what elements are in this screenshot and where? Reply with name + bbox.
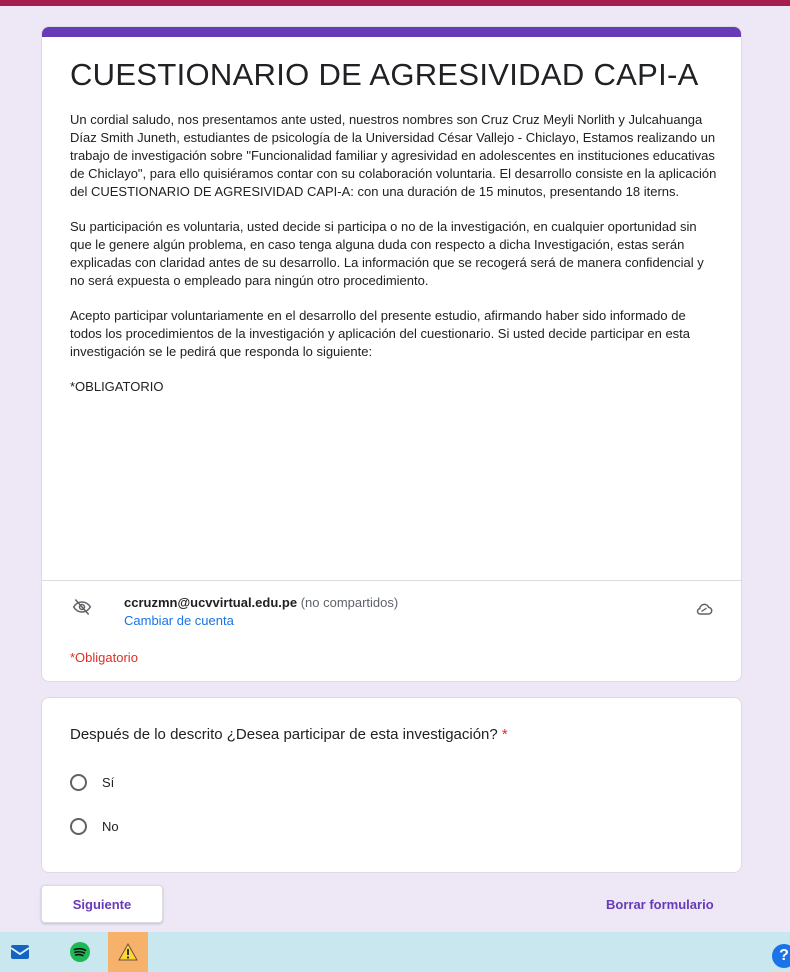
mail-icon xyxy=(10,945,30,959)
eye-off-icon xyxy=(72,599,92,615)
account-email-line: ccruzmn@ucvvirtual.edu.pe (no compartido… xyxy=(124,595,398,610)
taskbar-spotify[interactable] xyxy=(60,932,100,972)
form-description: Un cordial saludo, nos presentamos ante … xyxy=(70,111,720,396)
account-row: ccruzmn@ucvvirtual.edu.pe (no compartido… xyxy=(70,593,720,633)
not-shared-note: (no compartidos) xyxy=(300,595,399,610)
question-title: Después de lo descrito ¿Desea participar… xyxy=(70,726,508,743)
question-card: Después de lo descrito ¿Desea participar… xyxy=(41,697,742,873)
radio-yes[interactable] xyxy=(70,774,87,791)
browser-top-bar xyxy=(0,0,790,6)
help-icon[interactable]: ? xyxy=(772,944,790,968)
question-text: Después de lo descrito ¿Desea participar… xyxy=(70,726,498,743)
radio-no[interactable] xyxy=(70,818,87,835)
description-paragraph: Acepto participar voluntariamente en el … xyxy=(70,308,691,359)
description-paragraph: *OBLIGATORIO xyxy=(70,379,164,394)
cloud-icon xyxy=(696,603,713,615)
required-asterisk: * xyxy=(501,726,508,743)
taskbar xyxy=(0,932,790,972)
taskbar-mail[interactable] xyxy=(0,932,40,972)
next-button[interactable]: Siguiente xyxy=(41,885,163,923)
option-no[interactable]: No xyxy=(70,818,119,835)
warning-icon xyxy=(118,943,138,961)
switch-account-link[interactable]: Cambiar de cuenta xyxy=(124,613,234,628)
form-title: CUESTIONARIO DE AGRESIVIDAD CAPI-A xyxy=(70,57,699,92)
spotify-icon xyxy=(70,942,90,962)
option-yes[interactable]: Sí xyxy=(70,774,114,791)
taskbar-warning[interactable] xyxy=(108,932,148,972)
account-email: ccruzmn@ucvvirtual.edu.pe xyxy=(124,595,298,610)
form-header-card: CUESTIONARIO DE AGRESIVIDAD CAPI-A Un co… xyxy=(41,26,742,682)
option-yes-label: Sí xyxy=(102,775,115,790)
clear-form-button[interactable]: Borrar formulario xyxy=(606,897,714,912)
divider xyxy=(42,580,741,581)
description-paragraph: Un cordial saludo, nos presentamos ante … xyxy=(70,112,717,199)
description-paragraph: Su participación es voluntaria, usted de… xyxy=(70,219,704,288)
header-accent-bar xyxy=(42,27,741,37)
option-no-label: No xyxy=(102,819,119,834)
required-note: *Obligatorio xyxy=(70,650,138,665)
